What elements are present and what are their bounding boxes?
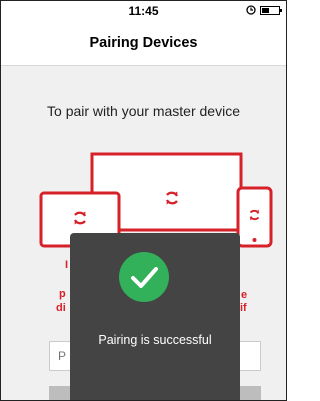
nav-header: Pairing Devices — [1, 21, 286, 66]
checkmark-icon — [131, 267, 158, 288]
phone-screen: 11:45 Pairing Devices To pair with your … — [0, 0, 287, 401]
status-time: 11:45 — [128, 4, 159, 18]
alarm-icon — [246, 5, 256, 15]
instruction-text: To pair with your master device — [47, 103, 240, 119]
phone-device — [236, 186, 273, 248]
battery-level — [262, 7, 270, 13]
obscured-text-fragment: e — [241, 289, 248, 301]
battery-icon — [260, 5, 282, 15]
toast-message: Pairing is successful — [98, 333, 212, 347]
obscured-text-fragment: I — [65, 259, 69, 271]
success-badge — [119, 252, 169, 302]
success-toast: Pairing is successful — [70, 233, 240, 400]
obscured-text-fragment: di — [56, 302, 66, 314]
status-icons — [246, 5, 282, 15]
page-title: Pairing Devices — [89, 35, 198, 51]
status-bar: 11:45 — [1, 1, 286, 21]
obscured-text-fragment: p — [59, 288, 66, 300]
obscured-text-fragment: if — [240, 302, 247, 314]
